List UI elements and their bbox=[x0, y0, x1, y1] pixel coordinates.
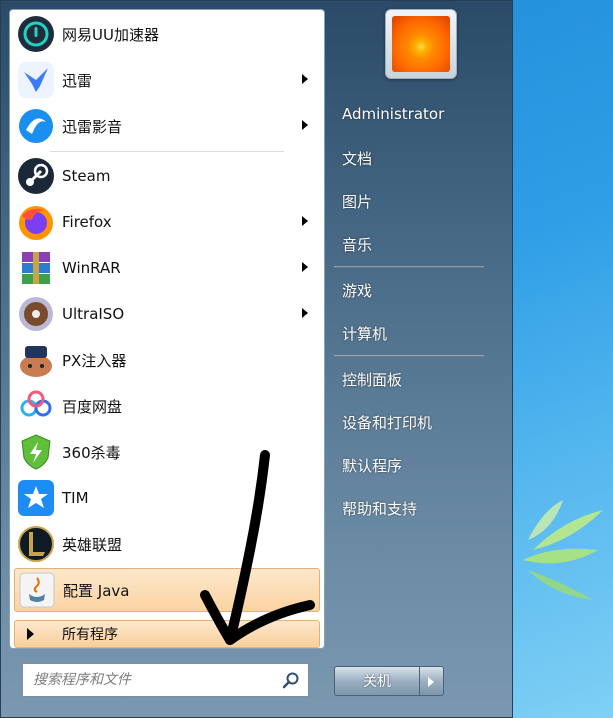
program-item-xunlei[interactable]: 迅雷 bbox=[14, 58, 320, 102]
program-label: 迅雷 bbox=[62, 71, 93, 90]
submenu-arrow-icon bbox=[302, 74, 308, 84]
xunlei-player-icon bbox=[19, 109, 53, 143]
all-programs-button[interactable]: 所有程序 bbox=[14, 620, 320, 648]
all-programs-label: 所有程序 bbox=[62, 627, 118, 643]
program-label: Firefox bbox=[62, 213, 112, 231]
program-item-uu[interactable]: 网易UU加速器 bbox=[14, 12, 320, 56]
search-input[interactable] bbox=[31, 665, 282, 695]
right-item-documents[interactable]: 文档 bbox=[342, 148, 372, 169]
user-avatar[interactable] bbox=[385, 9, 457, 79]
program-item-px-injector[interactable]: PX注入器 bbox=[14, 338, 320, 382]
separator bbox=[50, 151, 284, 152]
submenu-arrow-icon bbox=[302, 262, 308, 272]
program-label: WinRAR bbox=[62, 259, 121, 277]
program-label: UltraISO bbox=[62, 305, 125, 323]
right-item-default-programs[interactable]: 默认程序 bbox=[342, 455, 402, 476]
steam-icon bbox=[18, 158, 54, 194]
java-icon bbox=[19, 572, 55, 608]
right-item-control-panel[interactable]: 控制面板 bbox=[342, 369, 402, 390]
360-antivirus-icon bbox=[21, 434, 51, 470]
shutdown-button[interactable]: 关机 bbox=[334, 666, 420, 696]
desktop-wallpaper-leaf-icon bbox=[523, 500, 603, 600]
program-label: 迅雷影音 bbox=[62, 117, 123, 136]
right-item-user[interactable]: Administrator bbox=[342, 105, 444, 123]
program-item-ultraiso[interactable]: UltraISO bbox=[14, 292, 320, 336]
separator bbox=[334, 355, 484, 357]
program-label: 360杀毒 bbox=[62, 443, 121, 462]
winrar-icon bbox=[22, 252, 50, 284]
shutdown-options-button[interactable] bbox=[420, 666, 444, 696]
expand-arrow-icon bbox=[27, 628, 34, 640]
program-item-league-of-legends[interactable]: 英雄联盟 bbox=[14, 522, 320, 566]
separator bbox=[334, 266, 484, 268]
submenu-arrow-icon bbox=[302, 120, 308, 130]
right-item-computer[interactable]: 计算机 bbox=[342, 323, 387, 344]
px-injector-icon bbox=[20, 346, 52, 377]
right-item-pictures[interactable]: 图片 bbox=[342, 191, 372, 212]
program-label: PX注入器 bbox=[62, 351, 127, 370]
baidu-netdisk-icon bbox=[20, 390, 52, 417]
xunlei-icon bbox=[18, 62, 54, 98]
program-item-java-config[interactable]: 配置 Java bbox=[14, 568, 320, 612]
program-item-winrar[interactable]: WinRAR bbox=[14, 246, 320, 290]
ultraiso-icon bbox=[19, 297, 53, 331]
uu-accelerator-icon bbox=[18, 16, 54, 52]
program-label: 配置 Java bbox=[63, 581, 130, 600]
program-item-steam[interactable]: Steam bbox=[14, 154, 320, 198]
chevron-right-icon bbox=[428, 677, 434, 687]
program-label: Steam bbox=[62, 167, 111, 185]
league-of-legends-icon bbox=[18, 526, 54, 562]
program-label: TIM bbox=[62, 489, 89, 507]
flower-avatar-icon bbox=[392, 16, 450, 72]
program-item-firefox[interactable]: Firefox bbox=[14, 200, 320, 244]
program-label: 百度网盘 bbox=[62, 397, 123, 416]
right-item-games[interactable]: 游戏 bbox=[342, 280, 372, 301]
program-label: 英雄联盟 bbox=[62, 535, 123, 554]
program-item-tim[interactable]: TIM bbox=[14, 476, 320, 520]
program-item-xunlei-player[interactable]: 迅雷影音 bbox=[14, 104, 320, 148]
search-box bbox=[22, 663, 309, 697]
right-item-devices-printers[interactable]: 设备和打印机 bbox=[342, 412, 432, 433]
program-item-baidu-netdisk[interactable]: 百度网盘 bbox=[14, 384, 320, 428]
programs-panel: 网易UU加速器 迅雷 迅雷影音 Steam Firefox WinRAR Ult… bbox=[9, 9, 325, 649]
submenu-arrow-icon bbox=[302, 308, 308, 318]
submenu-arrow-icon bbox=[302, 216, 308, 226]
tim-icon bbox=[18, 480, 54, 516]
search-icon[interactable] bbox=[282, 671, 300, 689]
right-item-help-support[interactable]: 帮助和支持 bbox=[342, 498, 417, 519]
start-menu: 网易UU加速器 迅雷 迅雷影音 Steam Firefox WinRAR Ult… bbox=[0, 0, 513, 718]
program-item-360-antivirus[interactable]: 360杀毒 bbox=[14, 430, 320, 474]
firefox-icon bbox=[19, 206, 53, 240]
right-item-music[interactable]: 音乐 bbox=[342, 234, 372, 255]
program-label: 网易UU加速器 bbox=[62, 25, 159, 44]
